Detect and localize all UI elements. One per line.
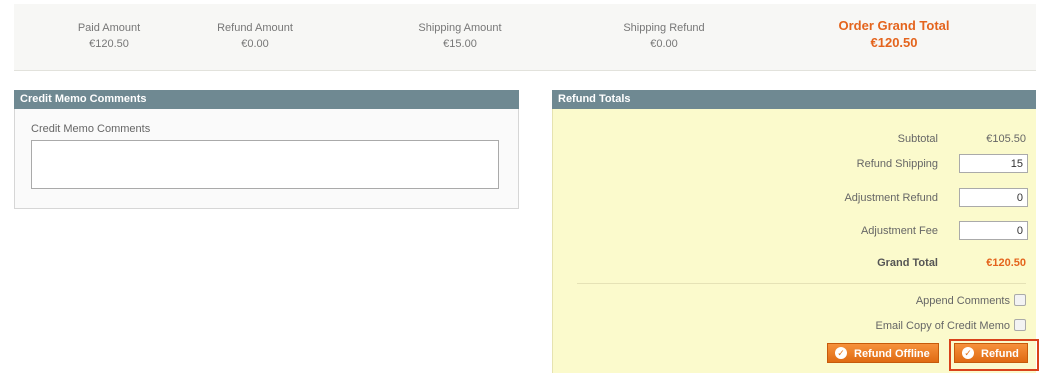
refund-amount-label: Refund Amount: [217, 22, 293, 34]
adjustment-fee-row: Adjustment Fee: [556, 221, 1036, 241]
shipping-refund-label: Shipping Refund: [623, 22, 705, 34]
shipping-amount-value: €15.00: [443, 38, 477, 50]
grand-total-value: €120.50: [986, 257, 1026, 269]
adjustment-refund-label: Adjustment Refund: [844, 192, 938, 204]
shipping-amount-label: Shipping Amount: [418, 22, 502, 34]
paid-amount-value: €120.50: [89, 38, 129, 50]
order-grand-total: Order Grand Total €120.50: [814, 18, 974, 50]
shipping-amount: Shipping Amount €15.00: [395, 21, 525, 52]
adjustment-fee-label: Adjustment Fee: [860, 225, 938, 237]
adjustment-refund-input[interactable]: [959, 188, 1028, 207]
order-grand-total-label: Order Grand Total: [838, 18, 950, 33]
refund-offline-button-label: Refund Offline: [854, 348, 930, 360]
credit-memo-comments-header: Credit Memo Comments: [14, 90, 519, 109]
refund-amount-value: €0.00: [241, 38, 269, 50]
email-copy-label: Email Copy of Credit Memo: [875, 320, 1011, 332]
append-comments-checkbox[interactable]: [1014, 294, 1026, 306]
grand-total-row: Grand Total €120.50: [556, 253, 1036, 273]
shipping-refund: Shipping Refund €0.00: [599, 21, 729, 52]
refund-totals-header: Refund Totals: [552, 90, 1036, 109]
credit-memo-comments-label: Credit Memo Comments: [31, 123, 151, 135]
order-grand-total-value: €120.50: [870, 35, 918, 50]
subtotal-row: Subtotal €105.50: [556, 129, 1036, 149]
paid-amount: Paid Amount €120.50: [54, 21, 164, 52]
paid-amount-label: Paid Amount: [77, 22, 141, 34]
order-summary-bar: Paid Amount €120.50 Refund Amount €0.00 …: [14, 4, 1036, 71]
shipping-refund-value: €0.00: [650, 38, 678, 50]
adjustment-fee-input[interactable]: [959, 221, 1028, 240]
append-comments-option[interactable]: Append Comments: [916, 293, 1026, 309]
subtotal-label: Subtotal: [897, 133, 938, 145]
totals-divider: [577, 283, 1026, 284]
refund-amount: Refund Amount €0.00: [200, 21, 310, 52]
refund-shipping-row: Refund Shipping: [556, 154, 1036, 174]
refund-offline-button[interactable]: ✓ Refund Offline: [827, 343, 939, 363]
refund-totals-panel: Subtotal €105.50 Refund Shipping Adjustm…: [552, 109, 1036, 373]
subtotal-value: €105.50: [986, 133, 1026, 145]
credit-memo-comments-textarea[interactable]: [31, 140, 499, 189]
append-comments-label: Append Comments: [915, 295, 1010, 307]
check-circle-icon: ✓: [835, 347, 847, 359]
grand-total-label: Grand Total: [877, 257, 938, 269]
credit-memo-comments-panel: Credit Memo Comments: [14, 109, 519, 209]
refund-button-highlight: [949, 339, 1039, 371]
email-copy-option[interactable]: Email Copy of Credit Memo: [875, 318, 1026, 334]
refund-shipping-input[interactable]: [959, 154, 1028, 173]
adjustment-refund-row: Adjustment Refund: [556, 188, 1036, 208]
refund-shipping-label: Refund Shipping: [856, 158, 938, 170]
email-copy-checkbox[interactable]: [1014, 319, 1026, 331]
